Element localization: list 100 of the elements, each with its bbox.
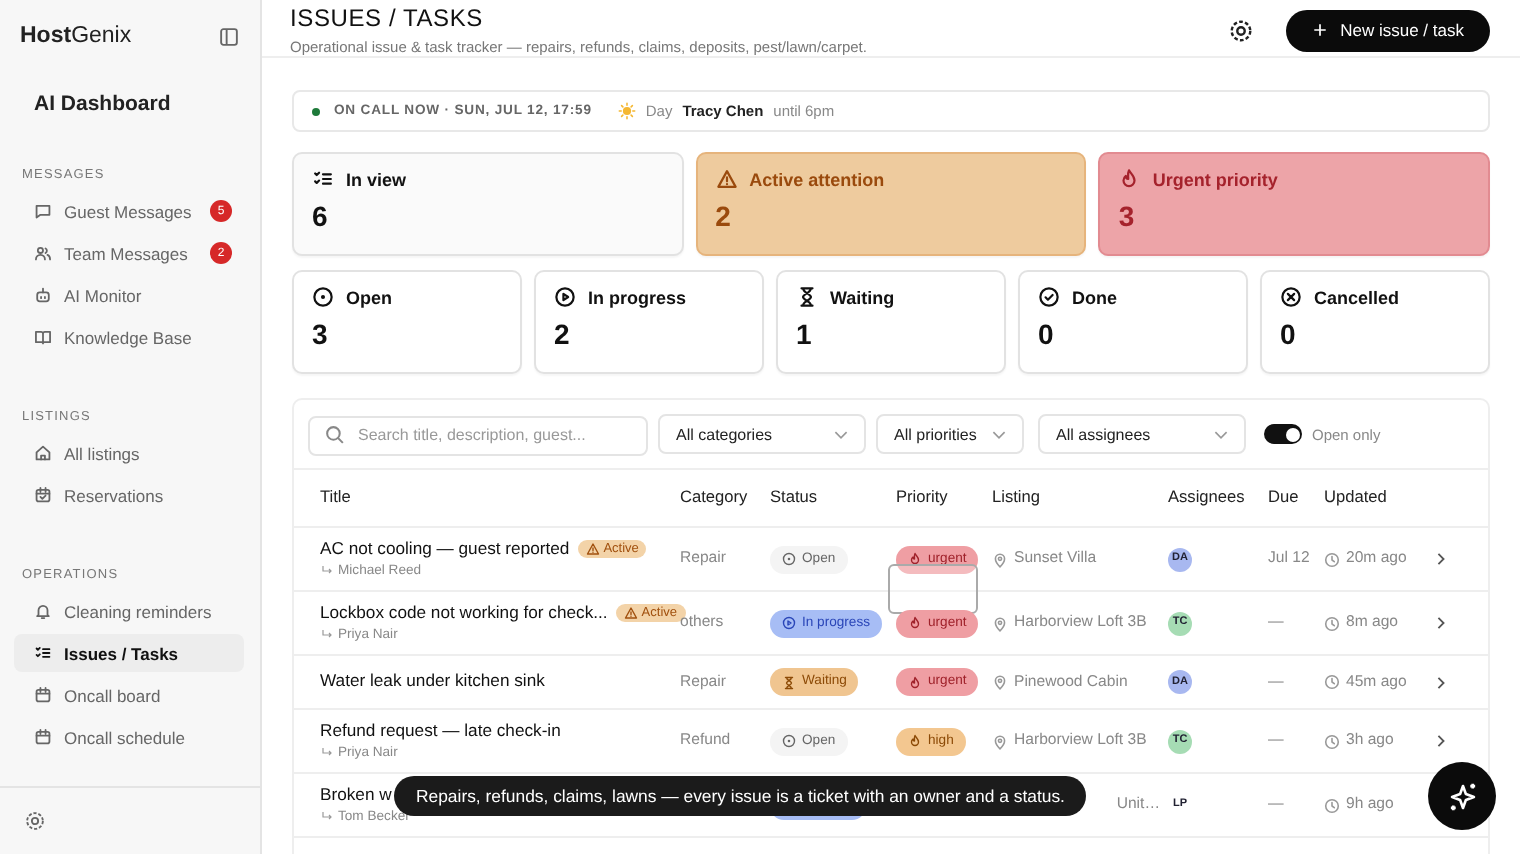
chat-icon [34, 202, 52, 220]
column-header: Status [770, 470, 896, 528]
issue-title[interactable]: Refund request — late check-in [320, 721, 561, 742]
search-icon [324, 424, 346, 446]
column-header: Listing [992, 470, 1168, 528]
card-value: 0 [1280, 318, 1298, 350]
card-value: 2 [715, 200, 733, 232]
open-circle-icon [312, 286, 334, 308]
reply-arrow-icon [320, 563, 334, 578]
pin-icon [992, 551, 1008, 567]
flame-icon [908, 552, 922, 566]
caret-icon [992, 429, 1006, 439]
hourglass-icon [782, 675, 796, 689]
assignee-dropdown[interactable]: All assignees [1038, 414, 1246, 454]
issue-title[interactable]: Lockbox code not working for check... [320, 603, 608, 624]
reply-arrow-icon [320, 627, 334, 642]
nav-item[interactable]: Cleaning reminders [0, 592, 244, 630]
open-circle-icon [782, 734, 796, 748]
hourglass-icon [796, 286, 818, 308]
sidebar-toggle-icon[interactable] [218, 25, 240, 47]
pin-icon [992, 733, 1008, 749]
settings-icon[interactable] [1228, 17, 1255, 43]
flame-icon [1118, 168, 1141, 190]
column-header: Assignees [1168, 470, 1268, 528]
dashboard-link[interactable]: AI Dashboard [34, 92, 260, 116]
robot-icon [34, 286, 52, 304]
x-circle-icon [1280, 286, 1302, 308]
clock-icon [1324, 615, 1340, 631]
ai-assistant-button[interactable] [1428, 762, 1496, 830]
chevron-right-icon[interactable] [1432, 732, 1450, 750]
warning-icon [715, 168, 738, 190]
column-header: Title [294, 470, 680, 528]
calendar-icon [34, 728, 52, 746]
nav-item[interactable]: All listings [0, 434, 244, 472]
card-value: 2 [554, 318, 572, 350]
nav-item[interactable]: Issues / Tasks [14, 634, 244, 672]
chevron-right-icon[interactable] [1432, 614, 1450, 632]
caret-icon [834, 429, 848, 439]
card-label: Waiting [830, 287, 895, 307]
nav-item[interactable]: Knowledge Base [0, 318, 244, 356]
search-field[interactable]: Search title, description, guest... [308, 415, 648, 455]
flame-icon [908, 675, 922, 689]
flame-icon [908, 734, 922, 748]
play-icon [782, 616, 796, 630]
warning-icon [623, 606, 638, 621]
card-value: 0 [1038, 318, 1056, 350]
caret-icon [1214, 429, 1228, 439]
nav-item[interactable]: Oncall board [0, 676, 244, 714]
chevron-right-icon[interactable] [1432, 673, 1450, 691]
house-icon [34, 444, 52, 462]
book-icon [34, 328, 52, 346]
pin-icon [992, 615, 1008, 631]
issue-title[interactable]: AC not cooling — guest reported [320, 539, 570, 560]
page-title: ISSUES / TASKS [290, 4, 485, 32]
category-dropdown[interactable]: All categories [658, 414, 866, 454]
status-dot [312, 107, 320, 115]
card-value: 3 [312, 318, 330, 350]
issue-title[interactable]: Broken w [320, 785, 392, 806]
reply-arrow-icon [320, 809, 334, 824]
card-label: Urgent priority [1152, 169, 1278, 189]
column-header: Category [680, 470, 770, 528]
check-circle-icon [1038, 286, 1060, 308]
card-label: Done [1072, 287, 1117, 307]
card-value: 1 [796, 318, 814, 350]
calendar-icon [34, 486, 52, 504]
issue-title[interactable]: Water leak under kitchen sink [320, 672, 545, 692]
play-icon [554, 286, 576, 308]
nav-item[interactable]: AI Monitor [0, 276, 244, 314]
sun-icon [617, 102, 636, 120]
priority-dropdown[interactable]: All priorities [876, 414, 1024, 454]
people-icon [34, 244, 52, 262]
clock-icon [1324, 797, 1340, 813]
nav-item[interactable]: Oncall schedule [0, 718, 244, 756]
card-label: Cancelled [1314, 287, 1400, 307]
card-label: Open [346, 287, 393, 307]
card-value: 6 [312, 200, 330, 232]
column-header: Due [1268, 470, 1324, 528]
chevron-right-icon[interactable] [1432, 550, 1450, 568]
calendar-icon [34, 686, 52, 704]
sparkle-icon [1445, 779, 1479, 813]
flame-icon [908, 616, 922, 630]
column-header: Priority [896, 470, 992, 528]
card-label: In view [346, 169, 407, 189]
bell-icon [34, 602, 52, 620]
clock-icon [1324, 674, 1340, 690]
card-value: 3 [1118, 200, 1137, 232]
clock-icon [1324, 733, 1340, 749]
pin-icon [992, 674, 1008, 690]
app-logo: HostGenix [20, 24, 132, 48]
warning-icon [585, 542, 600, 557]
open-circle-icon [782, 552, 796, 566]
open-only-toggle[interactable] [1264, 424, 1302, 444]
card-label: Active attention [749, 169, 885, 189]
card-label: In progress [588, 287, 687, 307]
new-issue-button[interactable]: New issue / task [1286, 9, 1490, 51]
column-header: Updated [1324, 470, 1432, 528]
checklist-icon [312, 168, 334, 190]
checklist-icon [34, 644, 52, 662]
focus-ring [888, 564, 978, 614]
nav-item[interactable]: Reservations [0, 476, 244, 514]
